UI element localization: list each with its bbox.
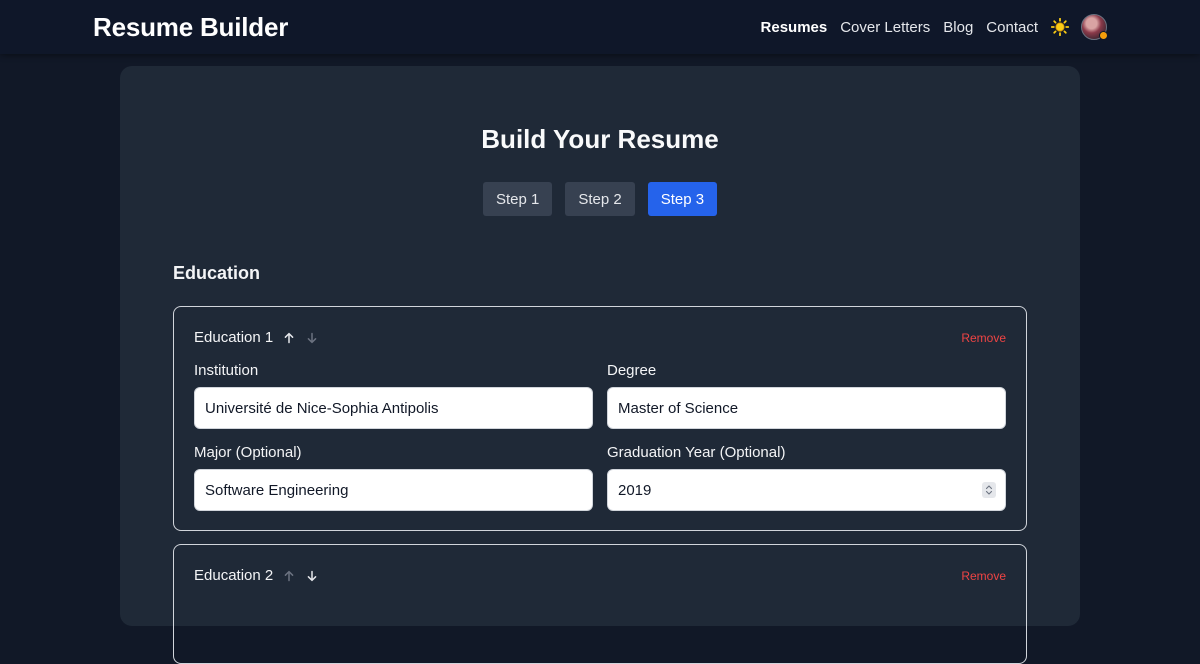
arrow-up-icon[interactable] <box>282 569 296 583</box>
nav-link-cover-letters[interactable]: Cover Letters <box>840 19 930 36</box>
arrow-up-icon[interactable] <box>282 331 296 345</box>
graduation-year-field <box>607 469 1006 511</box>
education-entry-label: Education 1 <box>194 329 274 346</box>
nav-link-contact[interactable]: Contact <box>986 19 1038 36</box>
major-input[interactable] <box>194 469 593 511</box>
step-1-button[interactable]: Step 1 <box>482 182 553 216</box>
avatar-status-dot <box>1099 31 1108 40</box>
step-3-button[interactable]: Step 3 <box>647 182 718 216</box>
education-entry-header: Education 2 <box>194 567 319 584</box>
step-2-button[interactable]: Step 2 <box>565 182 635 216</box>
brand-logo-link[interactable]: Resume Builder <box>93 12 288 43</box>
education-entry-header: Education 1 <box>194 329 319 346</box>
degree-input[interactable] <box>607 387 1006 429</box>
resume-builder-card: Build Your Resume Step 1 Step 2 Step 3 E… <box>120 66 1080 664</box>
top-navbar: Resume Builder Resumes Cover Letters Blo… <box>0 0 1200 54</box>
remove-education-button[interactable]: Remove <box>961 331 1006 345</box>
education-section-title: Education <box>173 263 261 283</box>
education-entry-1: Education 1 Remove Institution Degree Ma… <box>173 306 1027 531</box>
degree-label: Degree <box>607 362 657 379</box>
education-entry-2: Education 2 Remove <box>173 544 1027 664</box>
sun-icon[interactable] <box>1050 17 1070 37</box>
arrow-down-icon[interactable] <box>305 331 319 345</box>
page-title: Build Your Resume <box>481 124 719 154</box>
number-stepper-icon[interactable] <box>982 482 996 498</box>
institution-label: Institution <box>194 362 259 379</box>
education-entry-label: Education 2 <box>194 567 274 584</box>
step-navigation: Step 1 Step 2 Step 3 <box>120 182 1080 216</box>
remove-education-button[interactable]: Remove <box>961 569 1006 583</box>
arrow-down-icon[interactable] <box>305 569 319 583</box>
nav-link-resumes[interactable]: Resumes <box>761 19 828 36</box>
nav-link-blog[interactable]: Blog <box>943 19 973 36</box>
graduation-year-label: Graduation Year (Optional) <box>607 444 786 461</box>
user-avatar[interactable] <box>1081 14 1108 40</box>
main-nav: Resumes Cover Letters Blog Contact <box>761 0 1108 54</box>
graduation-year-input[interactable] <box>607 469 1006 511</box>
institution-input[interactable] <box>194 387 593 429</box>
major-label: Major (Optional) <box>194 444 302 461</box>
